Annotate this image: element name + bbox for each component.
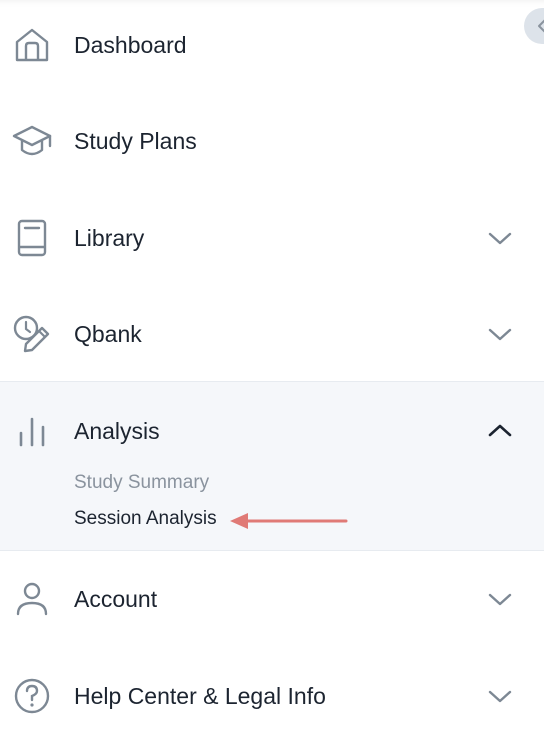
book-icon <box>17 219 47 257</box>
user-icon <box>16 582 48 616</box>
sidebar-item-qbank[interactable]: Qbank <box>0 309 544 359</box>
sidebar-item-label: Study Plans <box>74 128 197 154</box>
help-icon <box>14 678 50 714</box>
bar-chart-icon <box>19 417 45 447</box>
sidebar-item-analysis[interactable]: Analysis <box>0 406 544 456</box>
sidebar-item-label: Library <box>74 225 145 251</box>
sidebar-item-label: Dashboard <box>74 32 187 58</box>
sidebar-nav: Dashboard Study Plans Library Qbank Anal… <box>0 0 544 740</box>
sidebar-item-label: Qbank <box>74 321 142 347</box>
submenu-item-session-analysis[interactable]: Session Analysis <box>74 508 217 530</box>
chevron-up-icon <box>488 424 512 437</box>
home-icon <box>15 28 49 62</box>
chevron-down-icon <box>488 328 512 341</box>
sidebar-item-label: Analysis <box>74 418 160 444</box>
sidebar-item-account[interactable]: Account <box>0 574 544 624</box>
chevron-down-icon <box>488 593 512 606</box>
sidebar-item-label: Account <box>74 586 158 612</box>
submenu-item-study-summary[interactable]: Study Summary <box>74 472 209 494</box>
sidebar-item-library[interactable]: Library <box>0 213 544 263</box>
qbank-pencil-icon <box>13 315 50 353</box>
sidebar-item-help-center[interactable]: Help Center & Legal Info <box>0 671 544 721</box>
sidebar-item-study-plans[interactable]: Study Plans <box>0 116 544 166</box>
sidebar-item-dashboard[interactable]: Dashboard <box>0 20 544 70</box>
chevron-down-icon <box>488 690 512 703</box>
sidebar-item-label: Help Center & Legal Info <box>74 683 326 709</box>
annotation-arrow-icon <box>230 513 348 529</box>
chevron-down-icon <box>488 232 512 245</box>
graduation-cap-icon <box>12 125 52 156</box>
